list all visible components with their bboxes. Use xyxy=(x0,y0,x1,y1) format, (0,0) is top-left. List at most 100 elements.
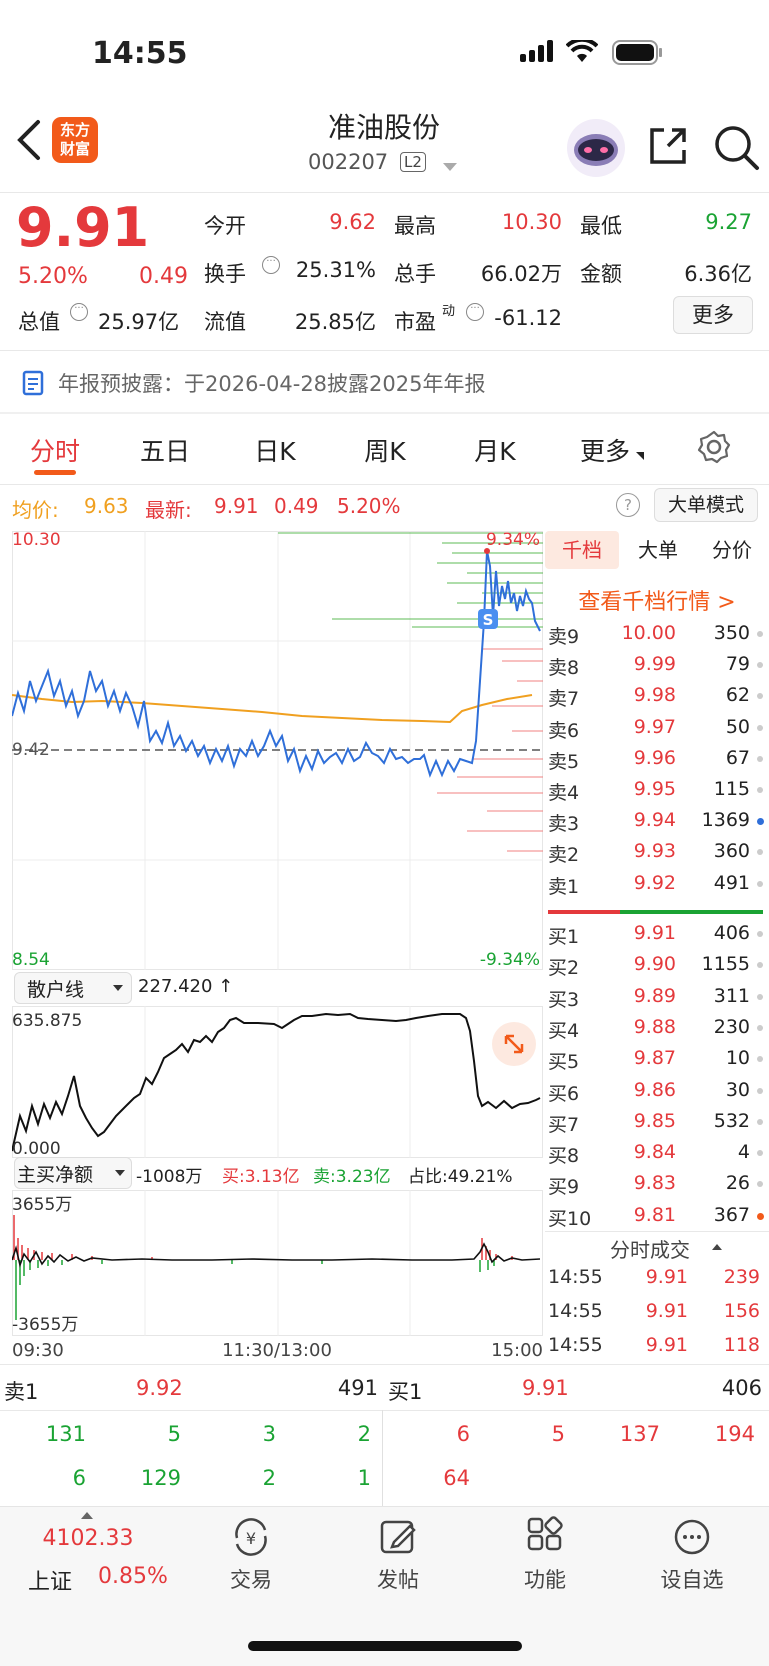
ask-bid-ratio-bar-green xyxy=(620,910,763,914)
retail-line-chart[interactable]: 635.875 0.000 xyxy=(11,1006,543,1159)
collapse-arrow-icon[interactable] xyxy=(712,1244,722,1250)
info-icon[interactable]: ··· xyxy=(262,256,280,274)
settings-icon[interactable] xyxy=(697,430,731,468)
queue-order-size: 5 xyxy=(551,1422,565,1446)
trades-title[interactable]: 分时成交 xyxy=(610,1234,690,1263)
active-tab-indicator xyxy=(34,470,76,475)
queue-order-size: 131 xyxy=(45,1422,86,1446)
retail-y-low: 0.000 xyxy=(12,1139,61,1158)
bid-row[interactable]: 买9 9.83 26 xyxy=(548,1172,769,1203)
pe-sup: 动 xyxy=(442,304,456,319)
queue-order-size: 5 xyxy=(167,1422,181,1446)
tab-monthly-k[interactable]: 月K xyxy=(456,432,534,468)
ask-row[interactable]: 卖9 10.00 350 xyxy=(548,622,769,653)
ask-row[interactable]: 卖7 9.98 62 xyxy=(548,684,769,715)
bid-row[interactable]: 买8 9.84 4 xyxy=(548,1141,769,1172)
net-buy-chart[interactable]: 3655万 -3655万 xyxy=(11,1190,543,1336)
time-axis-mid: 11:30/13:00 xyxy=(222,1340,332,1361)
nav-trade[interactable]: ¥ 交易 xyxy=(208,1516,294,1594)
queue-order-size: 6 xyxy=(72,1466,86,1490)
ask-row[interactable]: 卖5 9.96 67 xyxy=(548,747,769,778)
bid-price: 9.84 xyxy=(633,1141,676,1164)
trade-volume: 239 xyxy=(723,1266,760,1288)
robot-assistant-icon[interactable] xyxy=(566,118,626,182)
ask-level-label: 卖5 xyxy=(548,750,580,773)
notice-text[interactable]: 年报预披露：于2026-04-28披露2025年年报 xyxy=(58,368,485,398)
index-value[interactable]: 4102.33 xyxy=(30,1526,146,1551)
tab-weekly-k[interactable]: 周K xyxy=(346,432,424,468)
tab-five-day[interactable]: 五日 xyxy=(126,432,204,468)
volume-dot-icon xyxy=(757,818,764,826)
order-panel-tabs: 千档 大单 分价 xyxy=(545,531,769,569)
nav-post[interactable]: 发帖 xyxy=(355,1516,441,1594)
open-value: 9.62 xyxy=(329,210,376,234)
bid-row[interactable]: 买6 9.86 30 xyxy=(548,1079,769,1110)
bid-row[interactable]: 买7 9.85 532 xyxy=(548,1110,769,1141)
yuan-exchange-icon: ¥ xyxy=(235,1518,267,1556)
tab-more[interactable]: 更多 xyxy=(566,432,644,468)
net-buy-selector[interactable]: 主买净额 xyxy=(14,1157,132,1189)
l2-badge[interactable]: L2 xyxy=(400,152,426,172)
ask-row[interactable]: 卖2 9.93 360 xyxy=(548,840,769,871)
tab-daily-k[interactable]: 日K xyxy=(236,432,314,468)
bid-price: 9.81 xyxy=(633,1203,676,1226)
ask-row[interactable]: 卖4 9.95 115 xyxy=(548,778,769,809)
y-axis-prev-close: 9.42 xyxy=(12,740,50,760)
index-pct[interactable]: 0.85% xyxy=(98,1564,168,1589)
last-price: 9.91 xyxy=(16,196,150,259)
ask-volume: 50 xyxy=(725,715,750,738)
index-expand-icon[interactable] xyxy=(81,1512,93,1519)
help-icon[interactable]: ? xyxy=(616,493,640,517)
low-value: 9.27 xyxy=(705,210,752,234)
ask-row[interactable]: 卖3 9.94 1369 xyxy=(548,809,769,840)
ask-row[interactable]: 卖6 9.97 50 xyxy=(548,716,769,747)
queue-order-size: 3 xyxy=(262,1422,276,1446)
info-icon[interactable]: ··· xyxy=(70,303,88,321)
bid-row[interactable]: 买5 9.87 10 xyxy=(548,1047,769,1078)
nav-trade-label: 交易 xyxy=(230,1568,272,1592)
nav-functions[interactable]: 功能 xyxy=(502,1516,588,1594)
nav-add-watchlist[interactable]: 设自选 xyxy=(649,1516,735,1594)
index-name[interactable]: 上证 xyxy=(28,1564,72,1596)
ask-row[interactable]: 卖1 9.92 491 xyxy=(548,872,769,903)
back-icon[interactable] xyxy=(14,118,44,166)
share-icon[interactable] xyxy=(646,124,690,172)
time-axis-close: 15:00 xyxy=(491,1340,543,1361)
intraday-price-chart[interactable]: 10.30 9.42 8.54 9.34% -9.34% S xyxy=(11,530,543,970)
tab-price-distribution[interactable]: 分价 xyxy=(695,531,769,569)
ask-row[interactable]: 卖8 9.99 79 xyxy=(548,653,769,684)
search-icon[interactable] xyxy=(713,124,761,176)
volume-dot-icon xyxy=(757,787,763,793)
bid-volume: 4 xyxy=(737,1141,750,1164)
y-axis-low: 8.54 xyxy=(12,950,50,970)
turnover-value: 25.31% xyxy=(295,258,376,282)
expand-icon[interactable] xyxy=(492,1022,536,1066)
dropdown-arrow-icon[interactable] xyxy=(443,163,457,171)
status-time: 14:55 xyxy=(92,36,188,71)
bid-level-label: 买8 xyxy=(548,1145,580,1168)
tab-thousand-level[interactable]: 千档 xyxy=(545,531,619,569)
ask-level-label: 卖7 xyxy=(548,688,580,711)
trade-row: 14:55 9.91 118 xyxy=(548,1334,763,1366)
net-buy-y-low: -3655万 xyxy=(12,1315,78,1335)
bid-row[interactable]: 买4 9.88 230 xyxy=(548,1016,769,1047)
tab-big-orders[interactable]: 大单 xyxy=(621,531,695,569)
bid-level-label: 买4 xyxy=(548,1019,580,1042)
retail-line-selector[interactable]: 散户线 xyxy=(14,972,132,1004)
nav-post-label: 发帖 xyxy=(377,1568,419,1592)
bid-row[interactable]: 买1 9.91 406 xyxy=(548,922,769,953)
volume-dot-icon xyxy=(757,1181,763,1188)
grid-icon xyxy=(527,1516,563,1551)
more-button[interactable]: 更多 xyxy=(673,296,753,334)
ask-price: 9.98 xyxy=(633,684,676,707)
bid-level-label: 买3 xyxy=(548,988,580,1011)
view-thousand-level-link[interactable]: 查看千档行情 > xyxy=(545,584,769,616)
tab-intraday[interactable]: 分时 xyxy=(16,432,94,468)
bid-row[interactable]: 买3 9.89 311 xyxy=(548,985,769,1016)
s-marker-icon[interactable]: S xyxy=(483,611,494,629)
ask1-volume: 491 xyxy=(337,1376,378,1400)
bid-row[interactable]: 买2 9.90 1155 xyxy=(548,953,769,984)
big-order-mode-button[interactable]: 大单模式 xyxy=(654,488,758,522)
bid-volume: 406 xyxy=(713,922,750,944)
queue-order-size: 129 xyxy=(140,1466,181,1490)
